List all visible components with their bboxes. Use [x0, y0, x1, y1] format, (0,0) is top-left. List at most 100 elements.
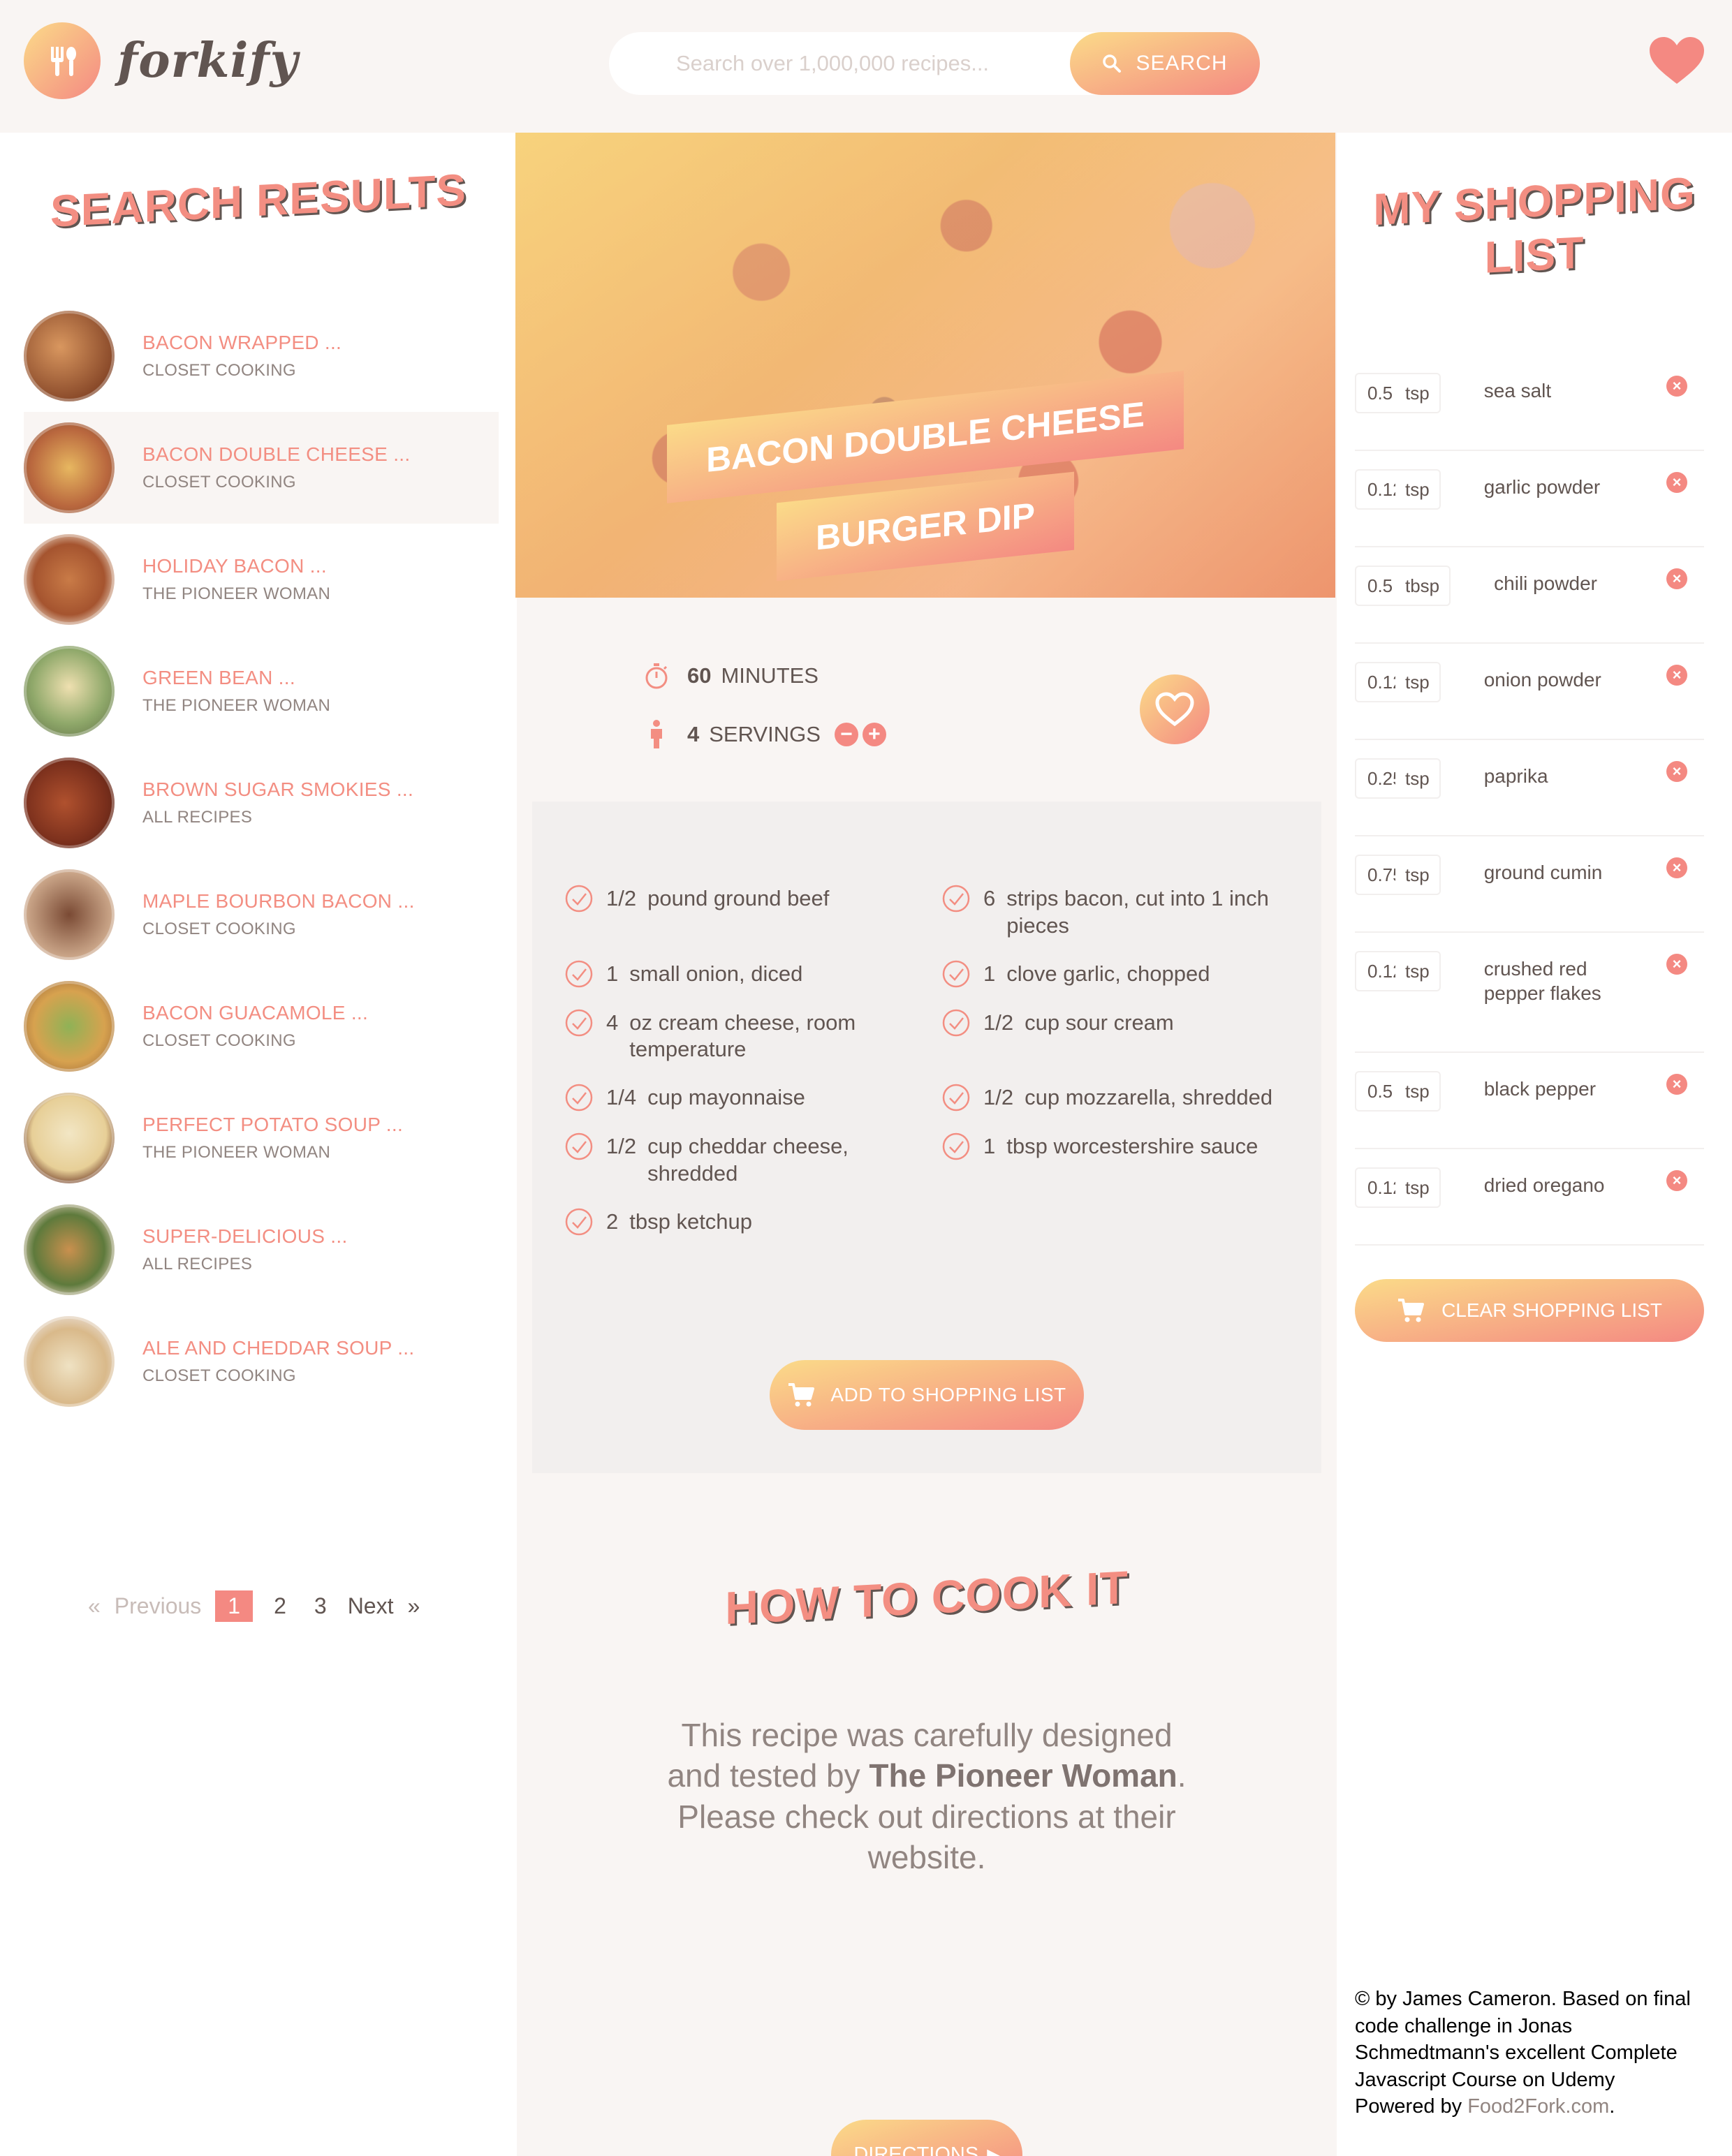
ingredient-desc: cup sour cream — [1025, 1010, 1174, 1035]
result-item[interactable]: PERFECT POTATO SOUP ... THE PIONEER WOMAN — [24, 1082, 499, 1194]
food2fork-link[interactable]: Food2Fork.com — [1467, 2095, 1609, 2118]
result-item[interactable]: SUPER-DELICIOUS ... ALL RECIPES — [24, 1194, 499, 1306]
ingredient-item: 1/2 cup cheddar cheese, shredded — [564, 1132, 913, 1188]
recipe-details: 60 MINUTES 4 SERVINGS − + — [532, 598, 1321, 795]
result-item[interactable]: MAPLE BOURBON BACON ... CLOSET COOKING — [24, 859, 499, 970]
logo[interactable]: forkify — [24, 22, 298, 99]
delete-icon[interactable]: × — [1666, 665, 1687, 686]
result-item[interactable]: GREEN BEAN ... THE PIONEER WOMAN — [24, 635, 499, 747]
shopping-unit: tbsp — [1405, 575, 1440, 596]
shopping-item: 0.125 tsp garlic powder × — [1355, 451, 1704, 547]
pagination-next-symbol[interactable]: » — [407, 1593, 420, 1619]
ingredient-desc: cup mayonnaise — [647, 1085, 805, 1109]
shopping-count[interactable]: 0.25 tsp — [1355, 758, 1441, 799]
delete-icon[interactable]: × — [1666, 376, 1687, 397]
heart-icon[interactable] — [1648, 36, 1705, 85]
shopping-count[interactable]: 0.5 tsp — [1355, 373, 1441, 413]
shopping-qty[interactable]: 0.25 — [1367, 768, 1395, 790]
result-author: CLOSET COOKING — [142, 361, 296, 380]
delete-icon[interactable]: × — [1666, 857, 1687, 878]
check-icon — [565, 1208, 593, 1235]
delete-icon[interactable]: × — [1666, 1170, 1687, 1191]
copyright: © by James Cameron. Based on final code … — [1355, 1986, 1718, 2120]
shopping-qty[interactable]: 0.125 — [1367, 961, 1395, 982]
shopping-qty[interactable]: 0.125 — [1367, 1177, 1395, 1199]
shopping-desc: ground cumin — [1483, 862, 1603, 883]
shopping-unit: tsp — [1405, 767, 1430, 789]
check-icon — [942, 885, 970, 913]
add-to-shopping-list-button[interactable]: ADD TO SHOPPING LIST — [770, 1360, 1084, 1430]
recipe-servings: 4 SERVINGS − + — [644, 719, 886, 750]
pagination-prev[interactable]: Previous — [115, 1593, 202, 1619]
shopping-count[interactable]: 0.125 tsp — [1355, 662, 1441, 702]
recipe-time: 60 MINUTES — [644, 662, 819, 690]
result-item[interactable]: BROWN SUGAR SMOKIES ... ALL RECIPES — [24, 747, 499, 859]
result-item[interactable]: HOLIDAY BACON ... THE PIONEER WOMAN — [24, 524, 499, 635]
clear-shopping-list-label: CLEAR SHOPPING LIST — [1441, 1299, 1662, 1321]
shopping-qty[interactable]: 0.5 — [1367, 383, 1395, 404]
heart-outline-icon — [1155, 692, 1194, 727]
shopping-item: 0.125 tsp dried oregano × — [1355, 1149, 1704, 1246]
pagination-page[interactable]: 1 — [215, 1590, 254, 1622]
directions-button-label: DIRECTIONS — [853, 2143, 979, 2156]
ingredient-count: 1/2 — [983, 1085, 1014, 1109]
ingredient-desc: cup mozzarella, shredded — [1025, 1085, 1273, 1109]
directions-button[interactable]: DIRECTIONS ▶ — [831, 2120, 1022, 2156]
check-icon — [565, 885, 593, 913]
search-button[interactable]: SEARCH — [1070, 32, 1260, 95]
shopping-qty[interactable]: 0.75 — [1367, 864, 1395, 886]
recipe: BACON DOUBLE CHEESE BURGER DIP 60 MINUTE… — [515, 133, 1335, 2156]
delete-icon[interactable]: × — [1666, 1074, 1687, 1095]
shopping-count[interactable]: 0.125 tsp — [1355, 1167, 1441, 1208]
ingredient-item: 1 small onion, diced — [564, 960, 913, 989]
pagination-page[interactable]: 2 — [267, 1593, 293, 1619]
result-item[interactable]: ALE AND CHEDDAR SOUP ... CLOSET COOKING — [24, 1306, 499, 1417]
copyright-end: . — [1609, 2095, 1615, 2118]
shopping-count[interactable]: 0.75 tsp — [1355, 855, 1441, 895]
shopping-qty[interactable]: 0.5 — [1367, 1081, 1395, 1102]
clear-shopping-list-button[interactable]: CLEAR SHOPPING LIST — [1355, 1279, 1704, 1342]
result-title: BACON WRAPPED ... — [142, 332, 342, 353]
result-title: SUPER-DELICIOUS ... — [142, 1225, 348, 1247]
ingredient-count: 1/2 — [983, 1010, 1014, 1035]
pagination-page[interactable]: 3 — [307, 1593, 334, 1619]
result-author: CLOSET COOKING — [142, 1031, 296, 1050]
plus-icon[interactable]: + — [862, 723, 886, 746]
like-button[interactable] — [1140, 674, 1210, 744]
recipe-figure: BACON DOUBLE CHEESE BURGER DIP — [515, 133, 1335, 598]
ingredient-desc: small onion, diced — [629, 961, 803, 986]
result-title: BROWN SUGAR SMOKIES ... — [142, 778, 414, 800]
shopping-qty[interactable]: 0.125 — [1367, 672, 1395, 693]
pagination-prev-symbol[interactable]: « — [88, 1593, 101, 1619]
delete-icon[interactable]: × — [1666, 761, 1687, 782]
shopping-count[interactable]: 0.125 tsp — [1355, 469, 1441, 510]
shopping-qty[interactable]: 0.5 — [1367, 575, 1395, 597]
ingredient-count: 1 — [983, 961, 996, 986]
result-item[interactable]: BACON DOUBLE CHEESE ... CLOSET COOKING — [24, 412, 499, 524]
powered-by: Powered by — [1355, 2095, 1468, 2118]
ingredient-count: 1 — [606, 961, 619, 986]
ingredient-item: 2 tbsp ketchup — [564, 1208, 913, 1236]
shopping-count[interactable]: 0.5 tsp — [1355, 1071, 1441, 1112]
delete-icon[interactable]: × — [1666, 472, 1687, 493]
shopping-count[interactable]: 0.125 tsp — [1355, 951, 1441, 991]
ingredient-item: 1/2 pound ground beef — [564, 885, 913, 940]
pagination: « Previous 1 2 3 Next » — [88, 1590, 434, 1622]
search-input[interactable] — [676, 51, 1067, 76]
ingredient-desc: strips bacon, cut into 1 inch pieces — [1006, 886, 1269, 938]
header: forkify SEARCH — [0, 0, 1732, 133]
triangle-right-icon: ▶ — [987, 2145, 1000, 2156]
minus-icon[interactable]: − — [834, 723, 858, 746]
shopping-qty[interactable]: 0.125 — [1367, 479, 1395, 501]
shopping-item: 0.5 tbsp chili powder × — [1355, 547, 1704, 644]
shopping-count[interactable]: 0.5 tbsp — [1355, 566, 1451, 606]
result-item[interactable]: BACON GUACAMOLE ... CLOSET COOKING — [24, 970, 499, 1082]
result-title: BACON DOUBLE CHEESE ... — [142, 443, 411, 465]
delete-icon[interactable]: × — [1666, 954, 1687, 975]
delete-icon[interactable]: × — [1666, 568, 1687, 589]
pagination-next[interactable]: Next — [348, 1593, 394, 1619]
check-icon — [942, 1084, 970, 1112]
ingredient-item: 1/2 cup mozzarella, shredded — [941, 1084, 1291, 1112]
check-icon — [565, 1132, 593, 1160]
result-item[interactable]: BACON WRAPPED ... CLOSET COOKING — [24, 300, 499, 412]
